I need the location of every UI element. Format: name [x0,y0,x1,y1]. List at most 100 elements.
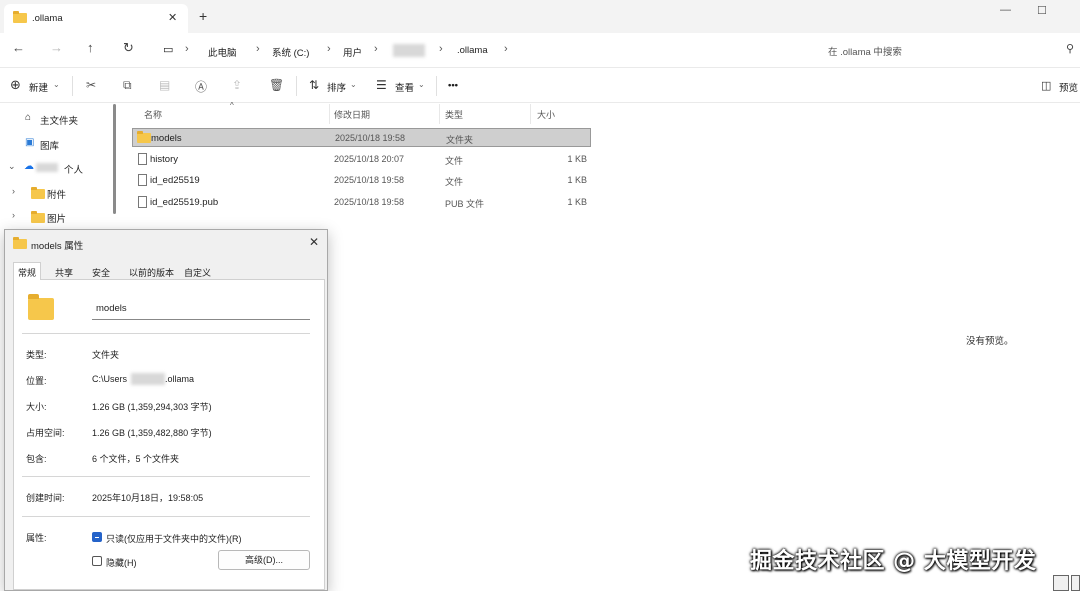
column-type[interactable]: 类型 [445,108,463,121]
readonly-label[interactable]: 只读(仅应用于文件夹中的文件)(R) [106,532,242,545]
up-icon[interactable]: ↑ [87,40,94,55]
file-type: 文件夹 [446,135,474,145]
divider [22,516,310,517]
breadcrumb-ollama[interactable]: .ollama [457,45,488,56]
table-row[interactable]: history 2025/10/18 20:07 文件 1 KB [132,150,591,169]
paste-icon[interactable]: ▤ [159,78,170,92]
close-icon[interactable]: ✕ [309,235,319,249]
contains-label: 包含: [26,454,47,464]
details-view-icon[interactable] [1053,575,1069,591]
sidebar-item-gallery[interactable]: ▣ 图库 [0,133,112,155]
close-tab-icon[interactable]: ✕ [168,11,177,24]
view-button[interactable]: 查看 [395,80,414,94]
tab-general[interactable]: 常规 [13,262,42,281]
file-icon [138,153,147,165]
copy-icon[interactable]: ⧉ [123,78,132,93]
tab-sharing[interactable]: 共享 [55,266,73,279]
sidebar-item-label: 附件 [47,190,67,201]
breadcrumb-this-pc[interactable]: 此电脑 [208,45,237,59]
preview-button[interactable]: 预览 [1059,80,1078,94]
file-type: PUB 文件 [445,199,485,209]
table-row[interactable]: models 2025/10/18 19:58 文件夹 [132,128,591,147]
redacted-account [36,163,58,172]
folder-icon [28,294,54,320]
column-date[interactable]: 修改日期 [334,108,370,121]
toolbar-divider [72,76,73,96]
file-name: history [150,154,178,165]
sort-icon[interactable]: ⇅ [309,78,319,92]
sort-button[interactable]: 排序 [327,80,346,94]
sidebar-scrollbar[interactable] [113,104,116,214]
redacted-username [393,44,425,57]
readonly-checkbox[interactable] [92,532,102,542]
plus-circle-icon[interactable]: ⊕ [10,77,21,93]
new-tab-icon[interactable]: + [199,8,207,24]
breadcrumb-users[interactable]: 用户 [343,45,362,59]
chevron-right-icon: › [374,43,378,55]
toolbar-divider [436,76,437,96]
hidden-label[interactable]: 隐藏(H) [106,556,137,569]
file-date: 2025/10/18 19:58 [334,197,405,207]
size-label: 大小: [26,402,47,412]
sidebar-item-personal[interactable]: ⌄ ☁ 个人 [0,157,112,179]
minimize-icon[interactable]: — [1000,4,1011,16]
maximize-icon[interactable]: ☐ [1037,4,1047,17]
refresh-icon[interactable]: ↻ [123,40,134,56]
tiles-view-icon[interactable] [1071,575,1080,591]
chevron-right-icon[interactable]: › [12,210,15,220]
command-bar: ⊕ 新建 ⌄ ✂ ⧉ ▤ Ⓐ ⇪ 🗑 ⇅ 排序 ⌄ ☰ 查看 ⌄ ••• ◫ 预… [0,67,1080,103]
search-icon[interactable]: ⚲ [1066,42,1074,55]
file-list-header: ^ 名称 修改日期 类型 大小 [118,101,598,124]
folder-name-field[interactable]: models [92,298,310,320]
sidebar-item-pictures[interactable]: › 图片 [0,206,112,228]
chevron-right-icon[interactable]: › [12,186,15,196]
view-icon[interactable]: ☰ [376,78,387,92]
sidebar-item-label: 主文件夹 [40,116,79,127]
tab-security[interactable]: 安全 [92,266,110,279]
sidebar-item-home[interactable]: ⌂ 主文件夹 [0,108,112,130]
chevron-right-icon: › [439,43,443,55]
breadcrumb-system-c[interactable]: 系统 (C:) [272,45,309,59]
created-value: 2025年10月18日，19:58:05 [92,493,204,503]
gallery-icon: ▣ [25,137,35,148]
tab-previous-versions[interactable]: 以前的版本 [129,266,174,279]
rename-icon[interactable]: Ⓐ [195,78,207,95]
home-icon: ⌂ [25,112,32,123]
chevron-down-icon[interactable]: ⌄ [8,161,16,172]
column-divider[interactable] [329,104,330,124]
delete-icon[interactable]: 🗑 [269,78,284,92]
toolbar-divider [296,76,297,96]
file-icon [138,174,147,186]
preview-empty-text: 没有预览。 [966,336,1014,347]
address-bar[interactable]: ▭ › 此电脑 › 系统 (C:) › 用户 › › .ollama › [155,37,809,62]
size-value: 1.26 GB (1,359,294,303 字节) [92,402,212,412]
more-options-button[interactable]: ••• [448,80,458,91]
location-suffix: .ollama [165,374,195,384]
column-name[interactable]: 名称 [144,108,162,121]
chevron-down-icon: ⌄ [53,80,60,89]
new-button[interactable]: 新建 [29,80,48,94]
cut-icon[interactable]: ✂ [86,78,96,92]
column-divider[interactable] [530,104,531,124]
table-row[interactable]: id_ed25519 2025/10/18 19:58 文件 1 KB [132,171,591,190]
hidden-checkbox[interactable] [92,556,102,566]
chevron-right-icon: › [327,43,331,55]
tab-customize[interactable]: 自定义 [184,266,211,279]
column-size[interactable]: 大小 [537,108,555,121]
sidebar-item-attachments[interactable]: › 附件 [0,182,112,204]
search-input[interactable]: 在 .ollama 中搜索 ⚲ [818,37,1080,62]
back-icon[interactable]: ← [12,40,25,55]
general-tab-panel: models 类型: 文件夹 位置: C:\Users .ollama 大小: … [13,280,325,590]
column-divider[interactable] [439,104,440,124]
chevron-down-icon: ⌄ [350,80,357,89]
attributes-label: 属性: [26,533,47,543]
divider [22,333,310,334]
table-row[interactable]: id_ed25519.pub 2025/10/18 19:58 PUB 文件 1… [132,193,591,212]
advanced-button[interactable]: 高级(D)... [218,550,310,570]
chevron-down-icon: ⌄ [418,80,425,89]
tab-ollama[interactable]: .ollama ✕ [4,4,188,33]
forward-icon[interactable]: → [50,40,63,55]
search-placeholder: 在 .ollama 中搜索 [828,47,902,58]
redacted-username [131,373,165,385]
share-icon[interactable]: ⇪ [232,78,242,92]
